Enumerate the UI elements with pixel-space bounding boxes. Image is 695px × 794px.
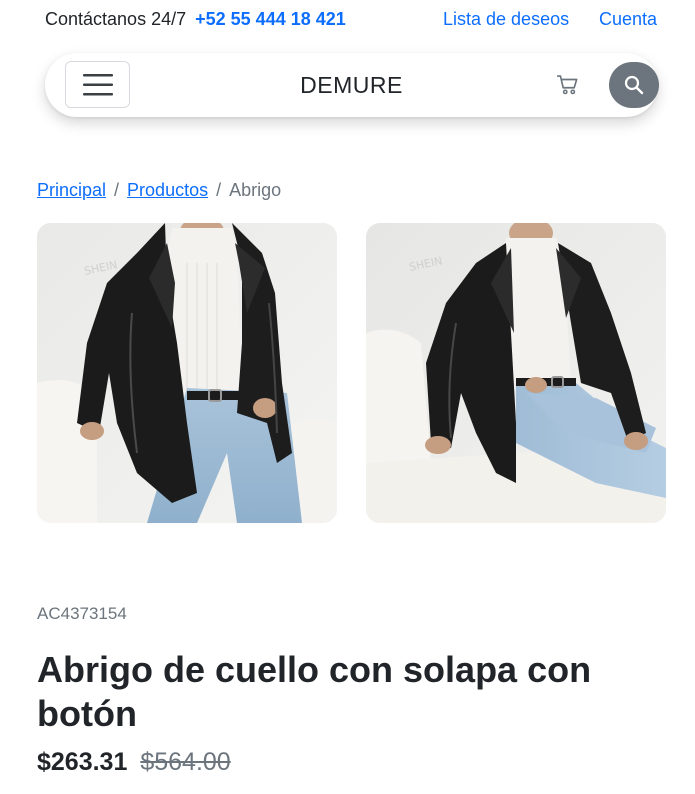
wishlist-link[interactable]: Lista de deseos: [443, 9, 569, 30]
current-price: $263.31: [37, 748, 128, 776]
breadcrumb-products-link[interactable]: Productos: [127, 180, 208, 200]
search-icon: [624, 75, 644, 95]
account-link[interactable]: Cuenta: [599, 9, 657, 30]
main-navbar: DEMURE: [45, 53, 659, 117]
search-button[interactable]: [609, 62, 659, 108]
product-image-seated[interactable]: SHEIN: [366, 223, 666, 523]
contact-label: Contáctanos 24/7: [45, 9, 187, 29]
top-bar: Contáctanos 24/7 +52 55 444 18 421 Lista…: [0, 0, 695, 40]
breadcrumb-separator: /: [216, 180, 222, 200]
contact-info: Contáctanos 24/7 +52 55 444 18 421: [45, 9, 346, 30]
cart-icon: [556, 75, 578, 95]
breadcrumb-home-link[interactable]: Principal: [37, 180, 106, 200]
product-title: Abrigo de cuello con solapa con botón: [37, 649, 592, 734]
breadcrumb-current: Abrigo: [229, 180, 282, 200]
cart-button[interactable]: [556, 74, 581, 98]
breadcrumb: Principal / Productos / Abrigo: [37, 180, 281, 201]
product-image-front[interactable]: SHEIN: [37, 223, 337, 523]
breadcrumb-separator: /: [114, 180, 120, 200]
phone-link[interactable]: +52 55 444 18 421: [195, 9, 346, 29]
product-sku: AC4373154: [37, 604, 127, 623]
original-price: $564.00: [140, 748, 231, 776]
product-price: $263.31 $564.00: [37, 748, 231, 777]
